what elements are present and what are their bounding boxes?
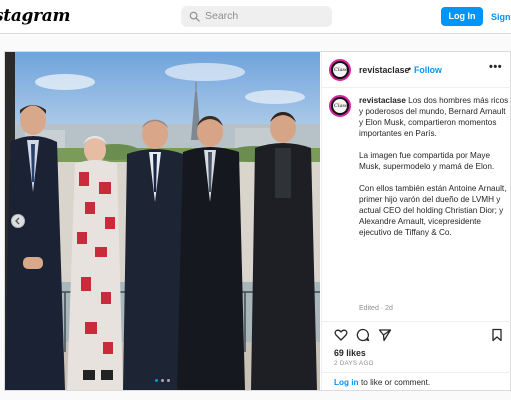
login-link[interactable]: Log in: [334, 378, 359, 387]
caption-avatar[interactable]: Clase: [329, 95, 351, 117]
login-prompt-text: to like or comment.: [361, 378, 431, 387]
carousel-prev-button[interactable]: [11, 214, 25, 228]
post-photo[interactable]: [5, 52, 320, 390]
more-icon[interactable]: •••: [489, 61, 502, 73]
post-caption: revistaclase Los dos hombres más ricos y…: [359, 95, 509, 249]
carousel-dots: [155, 379, 175, 383]
carousel-dot: [161, 379, 164, 382]
signup-link[interactable]: Sign: [491, 12, 511, 22]
post-username[interactable]: revistaclase: [359, 65, 409, 75]
likes-count[interactable]: 69 likes: [334, 348, 366, 358]
instagram-logo[interactable]: stagram: [0, 6, 70, 26]
post-card: Clase revistaclase • Follow ••• Clase re…: [4, 51, 511, 391]
caption-paragraph: revistaclase Los dos hombres más ricos y…: [359, 95, 509, 139]
chevron-left-icon: [15, 217, 20, 225]
caption-section: Clase revistaclase Los dos hombres más r…: [322, 89, 511, 321]
follow-button[interactable]: Follow: [414, 65, 442, 75]
edited-timestamp: Edited · 2d: [359, 305, 393, 312]
caption-paragraph: Con ellos también están Antoine Arnault,…: [359, 184, 507, 237]
avatar-text: Clase: [334, 67, 348, 73]
caption-username[interactable]: revistaclase: [359, 96, 406, 105]
carousel-dot: [155, 379, 158, 382]
search-input[interactable]: Search: [181, 6, 332, 27]
share-icon[interactable]: [378, 328, 392, 342]
post-header: Clase revistaclase • Follow •••: [322, 52, 511, 88]
separator-dot: •: [408, 64, 412, 74]
caption-paragraph: La imagen fue compartida por Maye Musk, …: [359, 151, 495, 171]
photo-illustration: [5, 52, 320, 390]
avatar-text: Clase: [334, 103, 348, 109]
avatar[interactable]: Clase: [329, 59, 351, 81]
post-actions: [322, 321, 511, 345]
post-side-panel: Clase revistaclase • Follow ••• Clase re…: [321, 52, 511, 390]
heart-icon[interactable]: [334, 328, 348, 342]
search-placeholder: Search: [205, 10, 239, 22]
login-prompt: Log in to like or comment.: [322, 372, 511, 390]
bookmark-icon[interactable]: [490, 328, 504, 342]
search-icon: [189, 11, 200, 22]
top-nav-bar: stagram Search Log In Sign: [0, 0, 511, 34]
carousel-dot: [167, 379, 170, 382]
login-button[interactable]: Log In: [441, 7, 483, 26]
post-time-ago: 2 DAYS AGO: [334, 360, 374, 367]
comment-icon[interactable]: [356, 328, 370, 342]
